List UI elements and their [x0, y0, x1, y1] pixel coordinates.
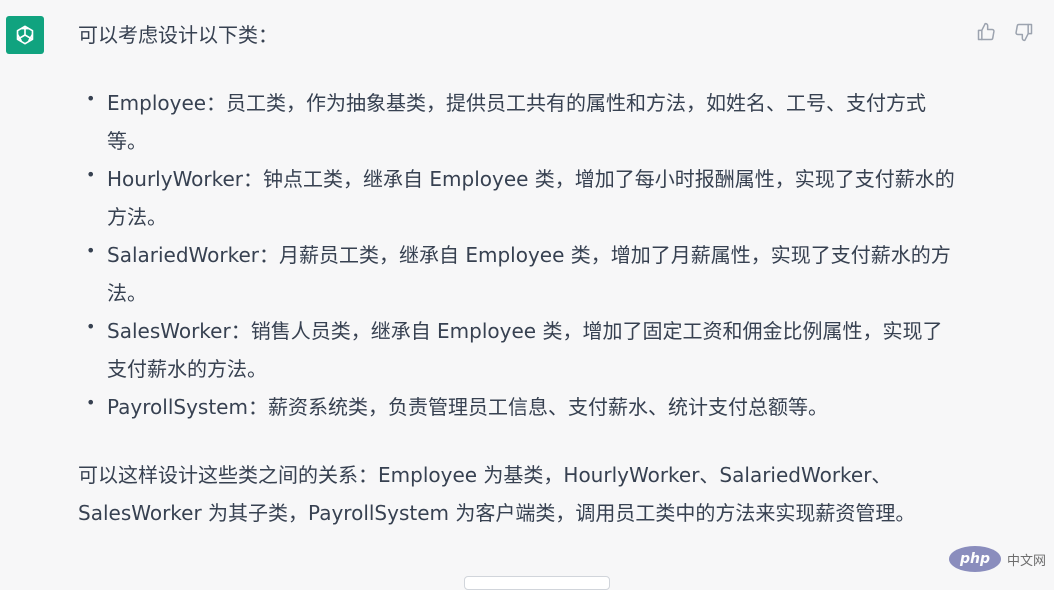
dislike-button[interactable]	[1012, 20, 1036, 44]
list-item-text: PayrollSystem：薪资系统类，负责管理员工信息、支付薪水、统计支付总额…	[107, 395, 828, 419]
assistant-message: 可以考虑设计以下类： • Employee：员工类，作为抽象基类，提供员工共有的…	[78, 16, 978, 532]
list-item-text: HourlyWorker：钟点工类，继承自 Employee 类，增加了每小时报…	[107, 167, 955, 229]
list-item: • HourlyWorker：钟点工类，继承自 Employee 类，增加了每小…	[86, 160, 959, 236]
bullet: •	[86, 89, 96, 108]
regenerate-button[interactable]	[464, 576, 610, 590]
list-item: • Employee：员工类，作为抽象基类，提供员工共有的属性和方法，如姓名、工…	[86, 84, 959, 160]
watermark: php 中文网	[948, 546, 1046, 572]
bullet: •	[86, 317, 96, 336]
like-button[interactable]	[974, 20, 998, 44]
bullet: •	[86, 165, 96, 184]
message-intro: 可以考虑设计以下类：	[78, 23, 278, 47]
thumbs-up-icon	[977, 22, 995, 41]
feedback-buttons	[974, 20, 1036, 44]
assistant-avatar	[6, 16, 44, 54]
bullet: •	[86, 241, 96, 260]
list-item-text: SalesWorker：销售人员类，继承自 Employee 类，增加了固定工资…	[107, 319, 943, 381]
class-list: • Employee：员工类，作为抽象基类，提供员工共有的属性和方法，如姓名、工…	[78, 84, 978, 426]
watermark-site: 中文网	[1006, 553, 1046, 569]
php-logo: php	[948, 546, 1001, 572]
list-item: • PayrollSystem：薪资系统类，负责管理员工信息、支付薪水、统计支付…	[86, 388, 959, 426]
message-summary: 可以这样设计这些类之间的关系：Employee 为基类，HourlyWorker…	[78, 463, 916, 525]
list-item-text: Employee：员工类，作为抽象基类，提供员工共有的属性和方法，如姓名、工号、…	[107, 91, 927, 153]
bullet: •	[86, 393, 96, 412]
thumbs-down-icon	[1015, 23, 1033, 42]
list-item-text: SalariedWorker：月薪员工类，继承自 Employee 类，增加了月…	[107, 243, 951, 305]
list-item: • SalariedWorker：月薪员工类，继承自 Employee 类，增加…	[86, 236, 959, 312]
list-item: • SalesWorker：销售人员类，继承自 Employee 类，增加了固定…	[86, 312, 959, 388]
openai-logo-icon	[16, 25, 34, 45]
